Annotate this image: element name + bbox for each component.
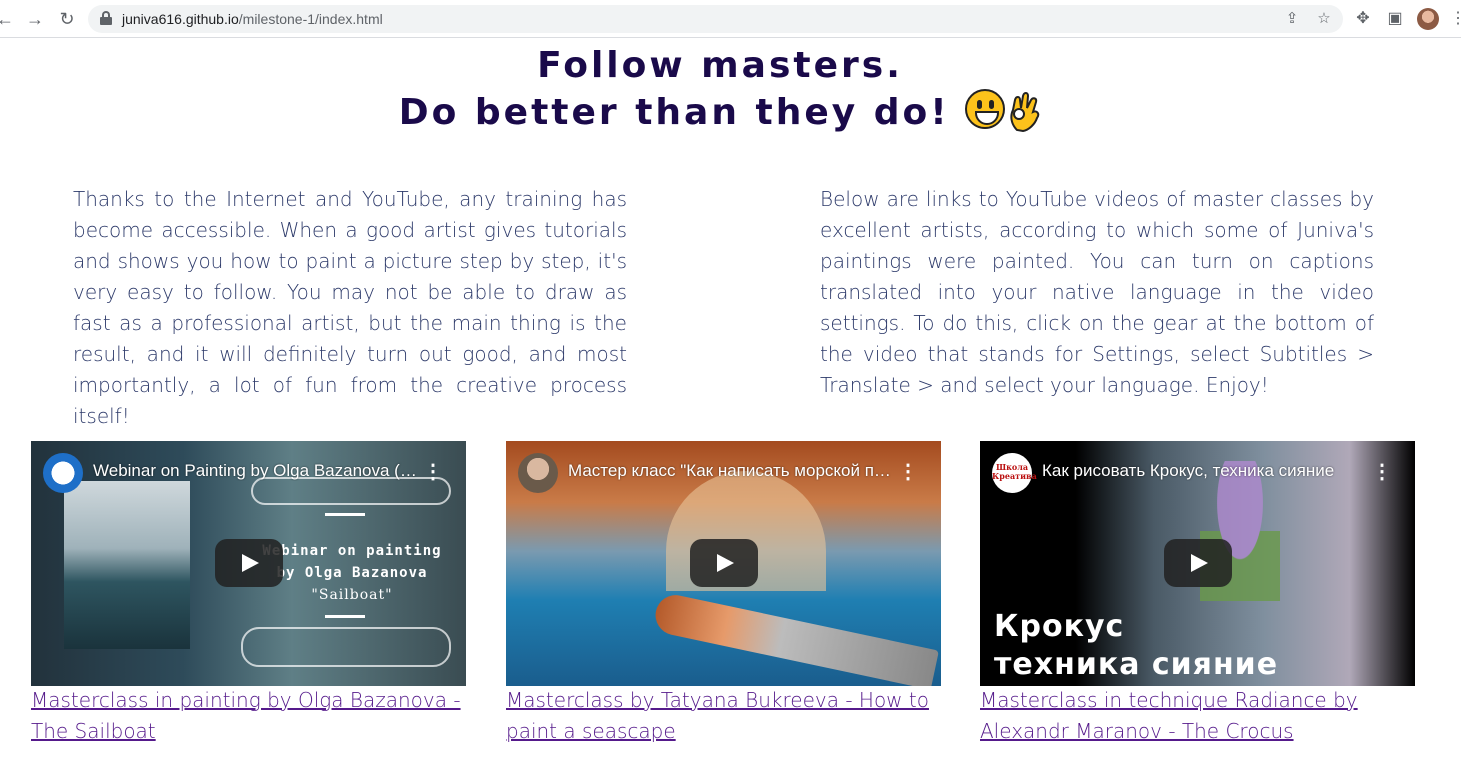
heading-line-1: Follow masters. <box>537 45 903 86</box>
video-link-1[interactable]: Masterclass in painting by Olga Bazanova… <box>31 685 471 747</box>
reload-icon[interactable]: ↻ <box>56 8 78 30</box>
video-title[interactable]: Как рисовать Крокус, техника сияние <box>1042 461 1372 481</box>
divider-bar <box>325 513 365 516</box>
address-bar[interactable]: juniva616.github.io/milestone-1/index.ht… <box>88 5 1343 33</box>
overlay-text-line-2: by Olga Bazanova <box>276 565 428 581</box>
side-panel-icon[interactable]: ▣ <box>1384 8 1406 30</box>
video-title[interactable]: Мастер класс "Как написать морской пейза… <box>568 461 898 481</box>
video-title[interactable]: Webinar on Painting by Olga Bazanova (Sa… <box>93 461 423 481</box>
profile-avatar[interactable] <box>1417 8 1439 30</box>
grinning-face-icon <box>965 89 1006 129</box>
url-text[interactable]: juniva616.github.io/milestone-1/index.ht… <box>122 11 383 27</box>
video-link-3[interactable]: Masterclass in technique Radiance by Ale… <box>980 685 1420 747</box>
lock-icon[interactable] <box>100 11 112 25</box>
palette-knife-thumbnail <box>651 591 939 686</box>
video-menu-icon[interactable]: ⋮ <box>898 459 918 485</box>
overlay-text-line-1: Webinar on painting <box>262 543 442 559</box>
overlay-title-line-1: Крокус <box>994 609 1125 644</box>
channel-avatar[interactable] <box>518 453 558 493</box>
video-menu-icon[interactable]: ⋮ <box>423 459 443 485</box>
video-menu-icon[interactable]: ⋮ <box>1372 459 1392 485</box>
heading-line-2: Do better than they do! <box>0 89 1440 136</box>
overlay-text-line-3: "Sailboat" <box>311 587 393 603</box>
overlay-title-line-2: техника сияние <box>994 647 1279 682</box>
intro-paragraph-right: Below are links to YouTube videos of mas… <box>820 187 1374 397</box>
play-button-icon[interactable] <box>690 539 758 587</box>
share-icon[interactable]: ⇪ <box>1282 9 1302 29</box>
browser-toolbar: ← → ↻ juniva616.github.io/milestone-1/in… <box>0 0 1461 38</box>
forward-icon[interactable]: → <box>24 8 46 30</box>
play-button-icon[interactable] <box>215 539 283 587</box>
video-link-2[interactable]: Masterclass by Tatyana Bukreeva - How to… <box>506 685 946 747</box>
bookmark-star-icon[interactable]: ☆ <box>1314 9 1334 29</box>
channel-avatar[interactable] <box>43 453 83 493</box>
ornament-frame-bottom <box>241 627 451 667</box>
back-icon[interactable]: ← <box>0 8 16 30</box>
sailboat-painting-thumbnail <box>64 481 190 649</box>
extensions-puzzle-icon[interactable]: ✥ <box>1352 8 1374 30</box>
youtube-embed-3[interactable]: Крокус техника сияние Школа Креатива Как… <box>980 441 1415 686</box>
divider-bar <box>325 615 365 618</box>
youtube-embed-1[interactable]: Webinar on painting by Olga Bazanova "Sa… <box>31 441 466 686</box>
channel-avatar[interactable]: Школа Креатива <box>992 453 1037 493</box>
ok-hand-icon <box>1010 92 1040 132</box>
ornament-frame-top <box>251 477 451 505</box>
browser-menu-icon[interactable]: ⋮ <box>1450 8 1461 30</box>
intro-paragraph-left: Thanks to the Internet and YouTube, any … <box>73 187 627 428</box>
play-button-icon[interactable] <box>1164 539 1232 587</box>
youtube-embed-2[interactable]: Мастер класс "Как написать морской пейза… <box>506 441 941 686</box>
page-heading: Follow masters. Do better than they do! <box>0 42 1440 136</box>
